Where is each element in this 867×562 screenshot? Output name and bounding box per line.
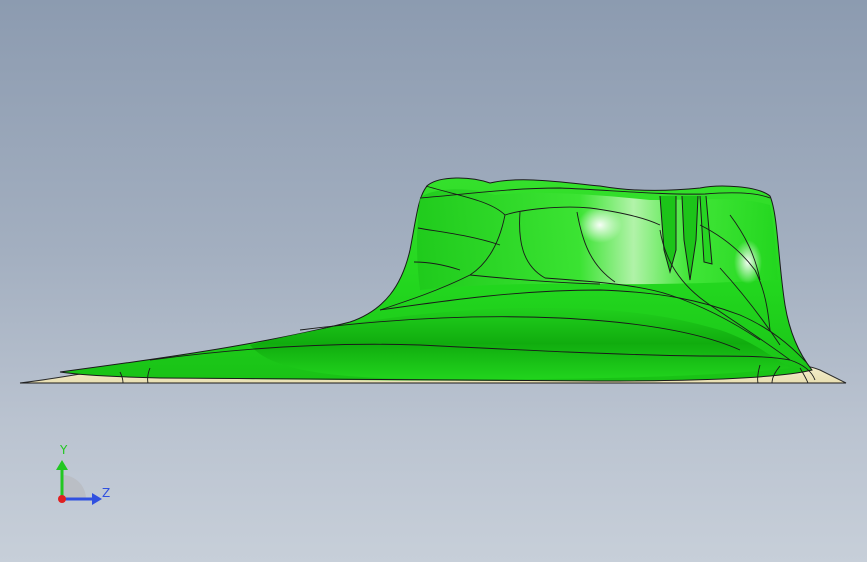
rotation-quadrant-icon (62, 475, 86, 499)
graphics-viewport[interactable]: Y Z (0, 0, 867, 562)
y-axis-arrowhead-icon (56, 460, 68, 470)
x-axis-origin-icon (58, 495, 66, 503)
y-axis-label: Y (60, 443, 68, 457)
z-axis-arrowhead-icon (92, 493, 102, 505)
z-axis-label: Z (102, 486, 111, 500)
coordinate-triad[interactable]: Y Z (40, 438, 130, 518)
model-view[interactable] (0, 0, 867, 562)
